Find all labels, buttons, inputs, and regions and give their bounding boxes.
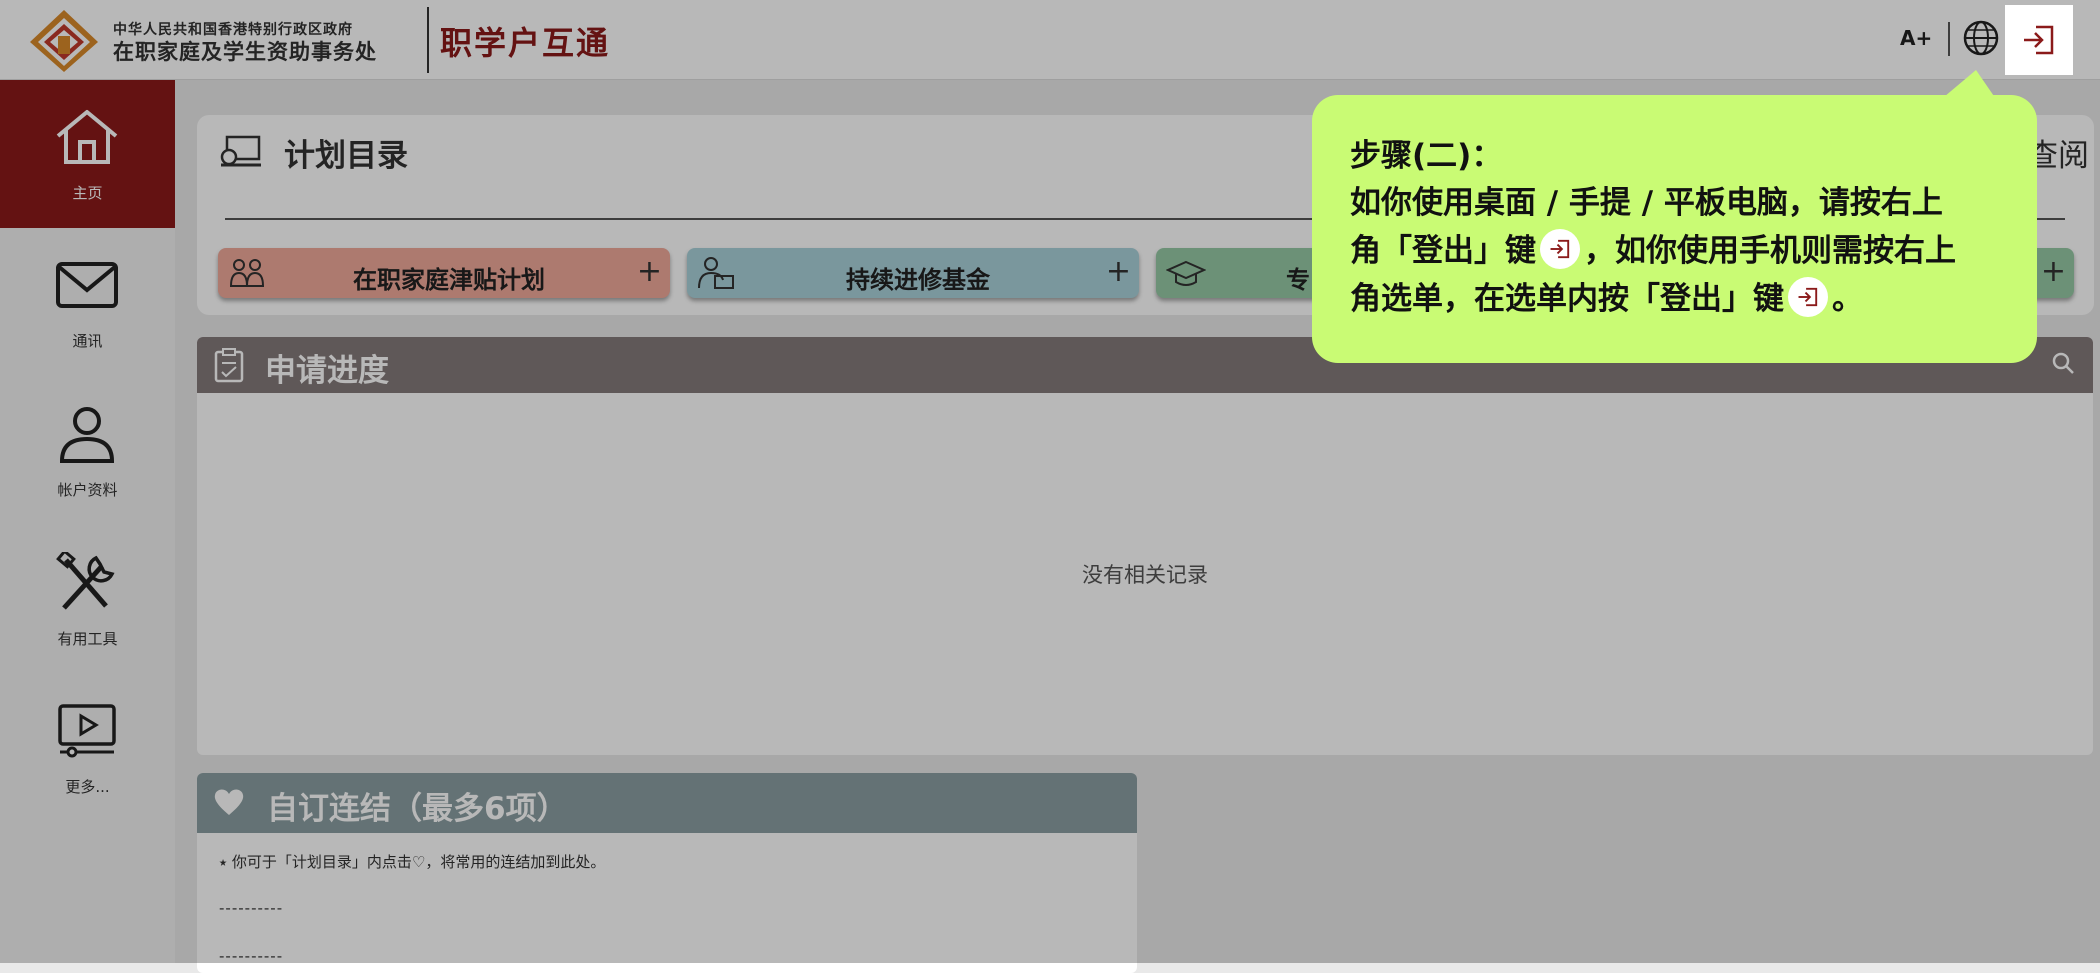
plus-icon[interactable]: + xyxy=(2041,254,2066,289)
sidebar-item-mail[interactable]: 通讯 xyxy=(0,228,175,376)
top-header: 中华人民共和国香港特别行政区政府 在职家庭及学生资助事务处 职学户互通 A+ xyxy=(0,0,2100,80)
user-icon xyxy=(59,407,115,463)
home-icon xyxy=(56,110,118,164)
plus-icon[interactable]: + xyxy=(637,254,662,289)
laptop-icon xyxy=(220,135,261,167)
globe-icon[interactable] xyxy=(1962,19,2000,57)
plan-button-label: 在职家庭津贴计划 xyxy=(353,266,545,294)
org-name-line2: 在职家庭及学生资助事务处 xyxy=(113,40,377,64)
plans-title: 计划目录 xyxy=(284,138,408,174)
logout-icon xyxy=(1788,276,1828,317)
link-placeholder: ---------- xyxy=(219,947,284,965)
sidebar-item-tools[interactable]: 有用工具 xyxy=(0,526,175,674)
sidebar-item-label: 主页 xyxy=(72,184,103,202)
wfsfaa-logo-icon xyxy=(30,10,98,72)
font-size-button[interactable]: A+ xyxy=(1900,26,1932,50)
links-hint: ⭑ 你可于「计划目录」内点击♡，将常用的连结加到此处。 xyxy=(219,853,606,871)
sidebar-item-label: 通讯 xyxy=(72,332,103,350)
graduation-cap-icon xyxy=(1166,260,1206,286)
plan-button-label: 持续进修基金 xyxy=(846,266,990,294)
logout-icon xyxy=(1540,228,1580,269)
tooltip-line: 角选单，在选单内按「登出」键 。 xyxy=(1350,275,2007,323)
family-icon xyxy=(229,259,265,287)
application-progress-card: 申请进度 没有相关记录 xyxy=(197,337,2093,755)
video-icon xyxy=(58,704,116,758)
links-title: 自订连结（最多6项） xyxy=(267,791,568,827)
plan-button-label: 专 xyxy=(1286,266,1310,294)
sidebar-item-home[interactable]: 主页 xyxy=(0,80,175,228)
links-header: 自订连结（最多6项） xyxy=(197,773,1137,833)
tooltip-line: 角「登出」键 ，如你使用手机则需按右上 xyxy=(1350,227,2007,275)
sidebar-item-more[interactable]: 更多... xyxy=(0,674,175,822)
brand-title[interactable]: 职学户互通 xyxy=(440,18,610,64)
progress-title: 申请进度 xyxy=(265,353,389,389)
plus-icon[interactable]: + xyxy=(1106,254,1131,289)
sidebar-item-label: 帐户资料 xyxy=(57,481,118,499)
tooltip-text: 。 xyxy=(1832,281,1863,317)
tooltip-line: 如你使用桌面 / 手提 / 平板电脑，请按右上 xyxy=(1350,185,1943,221)
sidebar-item-account[interactable]: 帐户资料 xyxy=(0,377,175,525)
logout-spotlight[interactable] xyxy=(2005,5,2073,75)
header-divider xyxy=(427,7,429,73)
empty-state-text: 没有相关记录 xyxy=(1082,563,1208,587)
sidebar: 主页 通讯 帐户资料 有用工具 更多... xyxy=(0,80,175,963)
tutorial-tooltip: 步骤(二)： 如你使用桌面 / 手提 / 平板电脑，请按右上 角「登出」键 ，如你… xyxy=(1312,95,2037,363)
tools-icon xyxy=(56,552,115,610)
logout-icon xyxy=(2024,25,2054,55)
custom-links-card: 自订连结（最多6项） ⭑ 你可于「计划目录」内点击♡，将常用的连结加到此处。 -… xyxy=(197,773,1137,973)
mail-icon xyxy=(56,262,118,308)
plan-button-cef[interactable]: 持续进修基金 + xyxy=(687,248,1139,298)
sidebar-item-label: 更多... xyxy=(65,778,110,796)
plan-button-wfa[interactable]: 在职家庭津贴计划 + xyxy=(218,248,670,298)
learner-icon xyxy=(698,257,734,289)
tooltip-title: 步骤(二)： xyxy=(1350,138,1503,174)
tooltip-text: 角选单，在选单内按「登出」键 xyxy=(1350,281,1784,317)
header-separator xyxy=(1948,22,1950,56)
tooltip-text: 角「登出」键 xyxy=(1350,233,1536,269)
search-icon[interactable] xyxy=(2051,351,2075,375)
tooltip-text: ，如你使用手机则需按右上 xyxy=(1584,233,1956,269)
clipboard-icon xyxy=(214,348,244,383)
link-placeholder: ---------- xyxy=(219,899,284,917)
heart-icon xyxy=(214,789,244,815)
sidebar-item-label: 有用工具 xyxy=(57,630,118,648)
